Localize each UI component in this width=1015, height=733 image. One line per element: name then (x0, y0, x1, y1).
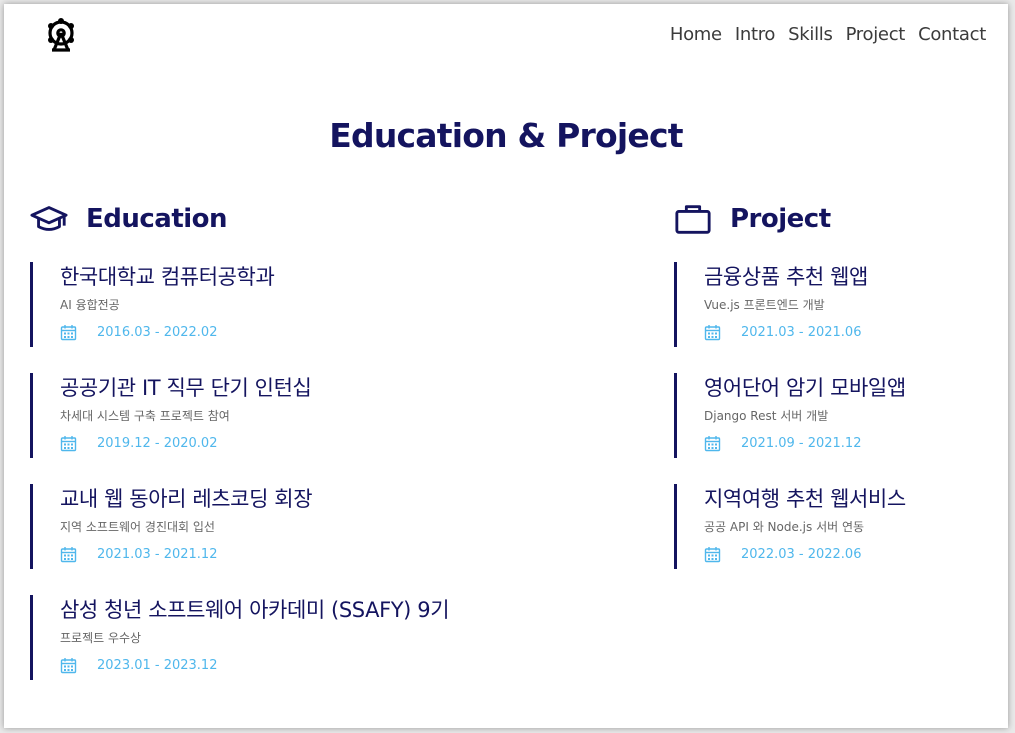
project-heading-text: Project (730, 204, 831, 234)
education-title: 공공기관 IT 직무 단기 인턴십 (60, 376, 312, 400)
education-heading: Education (30, 200, 630, 238)
project-title: 금융상품 추천 웹앱 (704, 265, 868, 289)
calendar-icon (60, 436, 77, 452)
education-item: 공공기관 IT 직무 단기 인턴십 차세대 시스템 구축 프로젝트 참여 201… (30, 373, 630, 458)
project-heading: Project (674, 200, 1004, 238)
project-title: 지역여행 추천 웹서비스 (704, 487, 906, 511)
nav-contact[interactable]: Contact (918, 24, 986, 45)
project-subtitle: 공공 API 와 Node.js 서버 연동 (704, 520, 865, 534)
project-date: 2021.09 - 2021.12 (704, 435, 1004, 452)
project-date: 2022.03 - 2022.06 (704, 546, 1004, 563)
education-date: 2016.03 - 2022.02 (60, 324, 630, 341)
education-item: 교내 웹 동아리 레츠코딩 회장 지역 소프트웨어 경진대회 입선 2021.0… (30, 484, 630, 569)
nav-home[interactable]: Home (670, 24, 722, 45)
project-item: 영어단어 암기 모바일앱 Django Rest 서버 개발 2021.09 -… (674, 373, 1004, 458)
project-period: 2021.03 - 2021.06 (741, 325, 862, 340)
project-section: Project 금융상품 추천 웹앱 Vue.js 프론트엔드 개발 2021.… (674, 200, 1004, 595)
education-date: 2023.01 - 2023.12 (60, 657, 630, 674)
project-item: 지역여행 추천 웹서비스 공공 API 와 Node.js 서버 연동 2022… (674, 484, 1004, 569)
nav-project[interactable]: Project (846, 24, 906, 45)
education-title: 삼성 청년 소프트웨어 아카데미 (SSAFY) 9기 (60, 598, 450, 622)
education-period: 2016.03 - 2022.02 (97, 325, 218, 340)
education-subtitle: 지역 소프트웨어 경진대회 입선 (60, 520, 215, 534)
calendar-icon (60, 325, 77, 341)
ferris-wheel-icon[interactable] (42, 16, 80, 54)
education-item: 한국대학교 컴퓨터공학과 AI 융합전공 2016.03 - 2022.02 (30, 262, 630, 347)
nav-intro[interactable]: Intro (735, 24, 776, 45)
nav-skills[interactable]: Skills (788, 24, 833, 45)
top-nav: Home Intro Skills Project Contact (670, 24, 986, 45)
education-item: 삼성 청년 소프트웨어 아카데미 (SSAFY) 9기 프로젝트 우수상 202… (30, 595, 630, 680)
calendar-icon (60, 547, 77, 563)
education-date: 2019.12 - 2020.02 (60, 435, 630, 452)
graduation-cap-icon (30, 206, 68, 231)
project-date: 2021.03 - 2021.06 (704, 324, 1004, 341)
calendar-icon (704, 325, 721, 341)
education-heading-text: Education (86, 204, 228, 234)
education-period: 2019.12 - 2020.02 (97, 436, 218, 451)
project-subtitle: Vue.js 프론트엔드 개발 (704, 298, 825, 312)
education-subtitle: 차세대 시스템 구축 프로젝트 참여 (60, 409, 230, 423)
project-title: 영어단어 암기 모바일앱 (704, 376, 906, 400)
education-title: 한국대학교 컴퓨터공학과 (60, 265, 275, 289)
education-period: 2021.03 - 2021.12 (97, 547, 218, 562)
education-title: 교내 웹 동아리 레츠코딩 회장 (60, 487, 313, 511)
education-subtitle: AI 융합전공 (60, 298, 120, 312)
project-period: 2021.09 - 2021.12 (741, 436, 862, 451)
education-period: 2023.01 - 2023.12 (97, 658, 218, 673)
page-title: Education & Project (329, 116, 683, 155)
project-item: 금융상품 추천 웹앱 Vue.js 프론트엔드 개발 2021.03 - 202… (674, 262, 1004, 347)
education-date: 2021.03 - 2021.12 (60, 546, 630, 563)
project-period: 2022.03 - 2022.06 (741, 547, 862, 562)
briefcase-icon (675, 205, 711, 234)
education-subtitle: 프로젝트 우수상 (60, 631, 142, 645)
page: Home Intro Skills Project Contact Educat… (4, 4, 1008, 728)
education-section: Education 한국대학교 컴퓨터공학과 AI 융합전공 2016.03 -… (30, 200, 630, 706)
project-subtitle: Django Rest 서버 개발 (704, 409, 829, 423)
calendar-icon (704, 436, 721, 452)
calendar-icon (704, 547, 721, 563)
calendar-icon (60, 658, 77, 674)
